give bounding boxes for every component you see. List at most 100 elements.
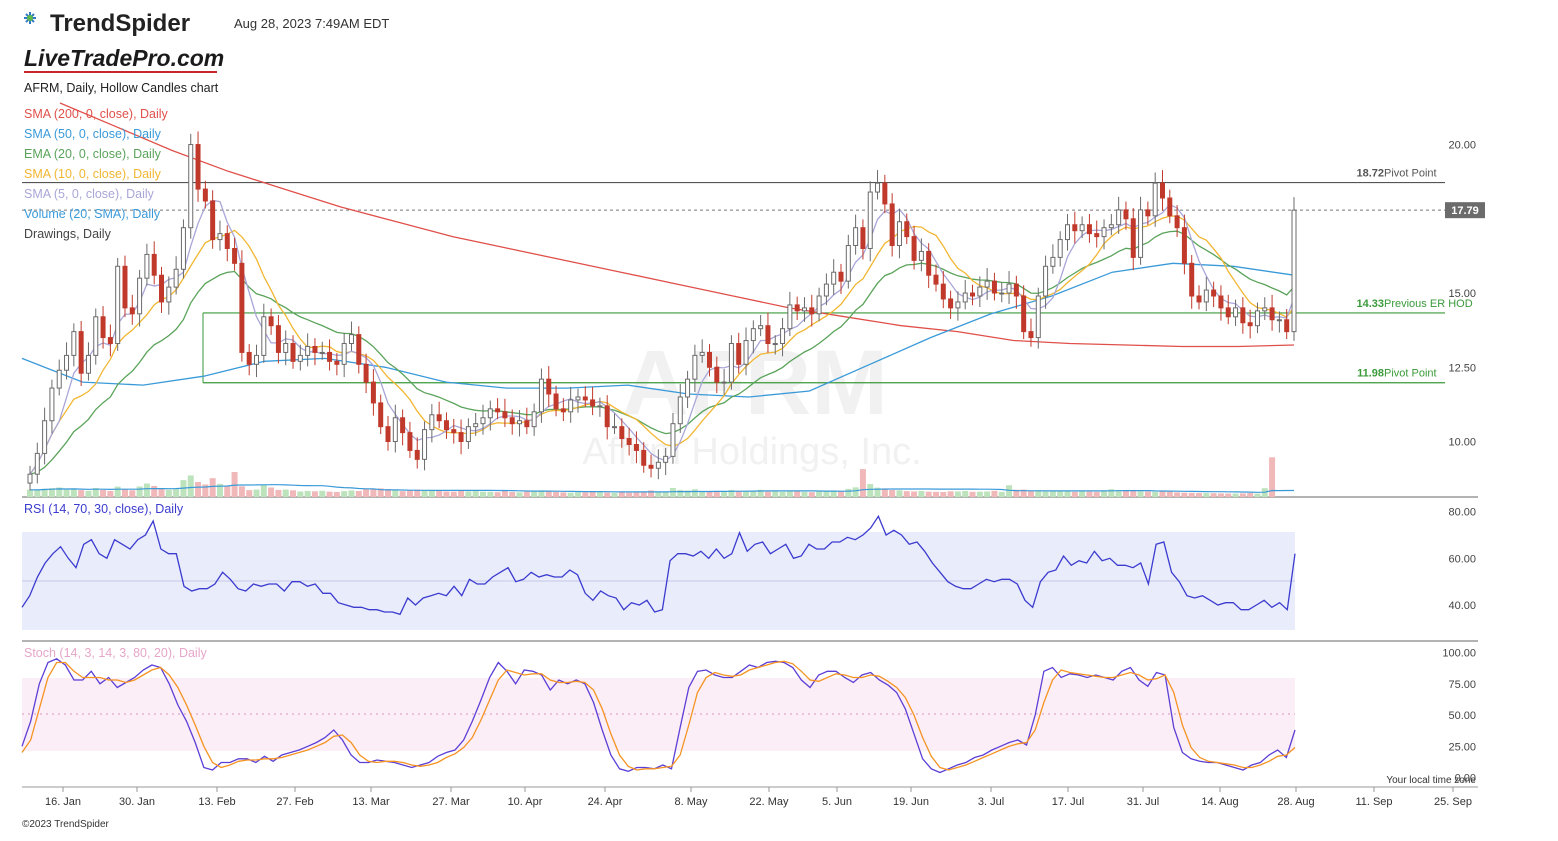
candle[interactable]: [122, 265, 128, 309]
candle[interactable]: [144, 253, 150, 279]
candle[interactable]: [495, 408, 501, 413]
candle[interactable]: [407, 432, 413, 451]
candle[interactable]: [1233, 307, 1239, 318]
candle[interactable]: [64, 354, 70, 371]
candle[interactable]: [772, 343, 778, 346]
legend-item[interactable]: SMA (5, 0, close), Daily: [24, 187, 155, 201]
candle[interactable]: [809, 307, 815, 315]
candle[interactable]: [765, 325, 771, 345]
candle[interactable]: [962, 292, 968, 303]
candle[interactable]: [1094, 233, 1100, 238]
candle[interactable]: [553, 393, 559, 410]
legend-item[interactable]: SMA (10, 0, close), Daily: [24, 167, 162, 181]
candle[interactable]: [685, 378, 691, 398]
candle[interactable]: [560, 408, 566, 413]
candle[interactable]: [1247, 322, 1253, 327]
candle[interactable]: [1262, 307, 1268, 312]
candle[interactable]: [626, 438, 632, 445]
candle[interactable]: [875, 182, 881, 193]
candle[interactable]: [1123, 209, 1129, 220]
candle[interactable]: [641, 449, 647, 466]
candle[interactable]: [422, 429, 428, 460]
candle[interactable]: [787, 304, 793, 330]
candle[interactable]: [926, 250, 932, 276]
candle[interactable]: [1108, 224, 1114, 229]
candle[interactable]: [348, 334, 354, 345]
candle[interactable]: [736, 343, 742, 365]
legend-item[interactable]: Volume (20, SMA), Daily: [24, 207, 161, 221]
candle[interactable]: [370, 381, 376, 404]
candle[interactable]: [312, 345, 318, 353]
candle[interactable]: [1196, 295, 1202, 303]
candle[interactable]: [904, 221, 910, 238]
candle[interactable]: [268, 316, 274, 327]
candle[interactable]: [509, 417, 515, 425]
candle[interactable]: [1086, 224, 1092, 235]
candle[interactable]: [487, 408, 493, 419]
candle[interactable]: [619, 426, 625, 440]
candle[interactable]: [1043, 265, 1049, 297]
candle[interactable]: [1006, 283, 1012, 294]
candle[interactable]: [1138, 209, 1144, 258]
candle[interactable]: [253, 354, 259, 365]
candle[interactable]: [305, 345, 311, 356]
candle[interactable]: [290, 343, 296, 362]
candle[interactable]: [531, 411, 537, 428]
candle[interactable]: [261, 316, 267, 356]
candle[interactable]: [743, 340, 749, 365]
candle[interactable]: [363, 363, 369, 383]
candle[interactable]: [341, 343, 347, 365]
candle[interactable]: [612, 426, 618, 429]
candle[interactable]: [1240, 307, 1246, 324]
candle[interactable]: [327, 351, 333, 362]
candle[interactable]: [173, 268, 179, 288]
candle[interactable]: [728, 343, 734, 383]
candle[interactable]: [159, 274, 165, 303]
candle[interactable]: [239, 262, 245, 353]
candle[interactable]: [568, 399, 574, 413]
candle[interactable]: [970, 292, 976, 297]
candle[interactable]: [42, 420, 48, 454]
candle[interactable]: [100, 316, 106, 339]
candle[interactable]: [78, 331, 84, 374]
candle[interactable]: [1291, 209, 1297, 333]
legend-item[interactable]: SMA (200, 0, close), Daily: [24, 107, 169, 121]
candle[interactable]: [816, 295, 822, 315]
candle[interactable]: [49, 387, 55, 422]
candle[interactable]: [1276, 319, 1282, 322]
candle[interactable]: [1269, 307, 1275, 321]
candle[interactable]: [451, 429, 457, 434]
candle[interactable]: [882, 182, 888, 205]
candle[interactable]: [246, 351, 252, 365]
candle[interactable]: [1050, 256, 1056, 267]
candle[interactable]: [692, 354, 698, 380]
candle[interactable]: [977, 286, 983, 297]
candle[interactable]: [663, 455, 669, 463]
candle[interactable]: [378, 402, 384, 428]
candle[interactable]: [896, 221, 902, 247]
candle[interactable]: [648, 464, 654, 469]
candle[interactable]: [1145, 209, 1151, 217]
candle[interactable]: [129, 307, 135, 315]
candle[interactable]: [1211, 289, 1217, 297]
candle[interactable]: [297, 354, 303, 362]
candle[interactable]: [1218, 295, 1224, 309]
candle[interactable]: [582, 396, 588, 401]
candle[interactable]: [137, 277, 143, 315]
legend-item[interactable]: SMA (50, 0, close), Daily: [24, 127, 162, 141]
candle[interactable]: [465, 426, 471, 443]
candle[interactable]: [597, 405, 603, 408]
candle[interactable]: [217, 233, 223, 241]
candle[interactable]: [1072, 224, 1078, 232]
candle[interactable]: [1189, 262, 1195, 297]
candle[interactable]: [71, 331, 77, 356]
candle[interactable]: [517, 420, 523, 425]
candle[interactable]: [1035, 295, 1041, 339]
candle[interactable]: [1101, 227, 1107, 238]
candle[interactable]: [1159, 182, 1165, 199]
candle[interactable]: [823, 283, 829, 297]
candle[interactable]: [1130, 218, 1136, 258]
candle[interactable]: [392, 417, 398, 443]
candle[interactable]: [845, 245, 851, 282]
candle[interactable]: [224, 233, 230, 249]
